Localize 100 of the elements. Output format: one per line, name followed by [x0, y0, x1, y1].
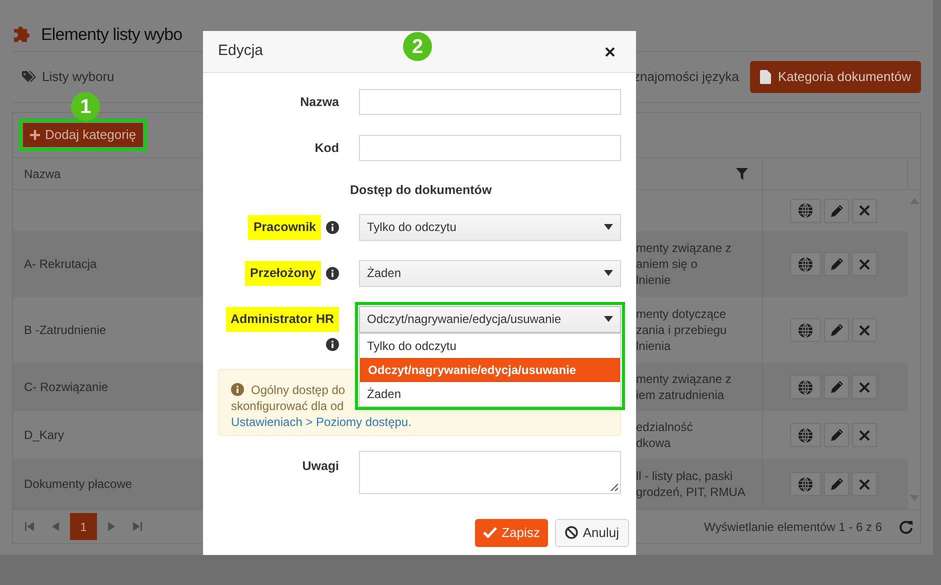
- table-cell-text: Dokumenty płacowe: [24, 476, 132, 493]
- table-cell-text: aniem się o: [636, 256, 698, 272]
- dropdown-option[interactable]: Tylko do odczytu: [360, 334, 620, 358]
- save-button[interactable]: Zapisz: [474, 518, 548, 547]
- dialog-title: Edycja: [218, 41, 264, 62]
- info-icon: [231, 383, 244, 396]
- translate-button[interactable]: [790, 472, 821, 496]
- table-cell-text: grodzeń, PIT, RMUA: [636, 484, 746, 500]
- delete-icon: [859, 478, 870, 490]
- column-header[interactable]: Nazwa: [24, 164, 61, 182]
- dropdown-option[interactable]: Żaden: [360, 382, 620, 406]
- refresh-icon[interactable]: [899, 520, 913, 534]
- category-button[interactable]: Kategoria dokumentów: [750, 61, 921, 93]
- translate-button[interactable]: [790, 252, 821, 276]
- table-cell-text: menty związane z: [636, 240, 732, 256]
- delete-button[interactable]: [852, 252, 877, 276]
- globe-icon: [798, 380, 813, 394]
- plus-icon: [30, 130, 40, 140]
- filter-icon: [736, 168, 748, 180]
- delete-icon: [859, 258, 870, 270]
- delete-icon: [859, 324, 870, 336]
- delete-icon: [859, 205, 870, 216]
- table-cell-text: lnienie: [636, 272, 672, 288]
- info-icon: [326, 220, 339, 234]
- select-field[interactable]: Żaden: [359, 260, 621, 287]
- step-badge: 1: [71, 92, 100, 121]
- edit-button[interactable]: [824, 252, 849, 276]
- check-icon: [482, 527, 497, 538]
- translate-button[interactable]: [790, 318, 821, 342]
- table-cell-text: iem zatrudnienia: [636, 387, 726, 403]
- ban-icon: [564, 526, 578, 540]
- add-category-button[interactable]: Dodaj kategorię: [23, 123, 144, 147]
- table-cell-text: D_Kary: [24, 427, 64, 444]
- field-label: Kod: [314, 140, 339, 157]
- globe-icon: [798, 256, 813, 272]
- step-badge: 2: [403, 32, 432, 61]
- globe-icon: [798, 203, 813, 218]
- field-label: Przełożony: [245, 260, 321, 286]
- pencil-icon: [830, 428, 844, 442]
- pencil-icon: [830, 204, 844, 218]
- table-cell-text: menty dotyczące: [636, 306, 728, 322]
- page-title: Elementy listy wybo: [41, 26, 182, 43]
- alert-text: skonfigurować dla od: [231, 398, 344, 414]
- translate-button[interactable]: [790, 375, 821, 399]
- info-icon: [326, 338, 339, 351]
- edit-button[interactable]: [824, 423, 849, 447]
- cancel-button[interactable]: Anuluj: [554, 518, 629, 547]
- caret-icon: [604, 270, 613, 276]
- field-label: Administrator HR: [226, 306, 339, 332]
- close-icon[interactable]: [605, 46, 615, 56]
- alert-text: Ogólny dostęp do: [251, 382, 346, 398]
- globe-icon: [798, 428, 813, 442]
- field-label: Nazwa: [300, 94, 339, 111]
- delete-button[interactable]: [852, 375, 877, 399]
- table-cell-text: A- Rekrutacja: [24, 256, 97, 273]
- delete-icon: [859, 382, 870, 392]
- table-cell-text: menty związane z: [636, 371, 732, 387]
- translate-button[interactable]: [790, 198, 821, 222]
- breadcrumb-label[interactable]: Listy wyboru: [42, 67, 114, 87]
- globe-icon: [798, 476, 813, 492]
- table-cell-text: C- Rozwiązanie: [24, 379, 108, 396]
- section-heading: Dostęp do dokumentów: [350, 183, 492, 197]
- pencil-icon: [830, 477, 844, 491]
- select-field[interactable]: Odczyt/nagrywanie/edycja/usuwanie: [359, 306, 621, 333]
- edit-button[interactable]: [824, 198, 849, 222]
- table-cell-text: ll - listy płac, paski: [636, 468, 734, 484]
- info-icon: [326, 266, 339, 280]
- globe-icon: [798, 322, 813, 338]
- page-button[interactable]: 1: [70, 513, 97, 540]
- table-cell-text: edzialność: [636, 419, 694, 435]
- delete-button[interactable]: [852, 472, 877, 496]
- pencil-icon: [830, 380, 844, 394]
- pager-info: Wyświetlanie elementów 1 - 6 z 6: [704, 518, 882, 536]
- field-label: Uwagi: [302, 458, 339, 475]
- notes-field[interactable]: [359, 450, 621, 494]
- text-field[interactable]: [359, 135, 621, 161]
- text-field[interactable]: [359, 89, 621, 115]
- resize-grip-icon[interactable]: [610, 482, 618, 491]
- table-cell-text: B -Zatrudnienie: [24, 322, 106, 339]
- edit-button[interactable]: [824, 318, 849, 342]
- delete-button[interactable]: [852, 318, 877, 342]
- pencil-icon: [830, 323, 844, 337]
- delete-button[interactable]: [852, 423, 877, 447]
- file-icon: [760, 70, 772, 84]
- pencil-icon: [830, 257, 844, 271]
- select-field[interactable]: Tylko do odczytu: [359, 214, 621, 241]
- tab-label[interactable]: znajomości języka: [634, 67, 740, 87]
- field-label: Pracownik: [248, 214, 321, 240]
- edit-button[interactable]: [824, 472, 849, 496]
- edit-button[interactable]: [824, 375, 849, 399]
- delete-button[interactable]: [852, 198, 877, 222]
- dropdown-option[interactable]: Odczyt/nagrywanie/edycja/usuwanie: [360, 358, 620, 382]
- tags-icon: [22, 71, 36, 83]
- table-cell-text: lnienia: [636, 338, 672, 354]
- delete-icon: [859, 430, 870, 440]
- settings-link[interactable]: Ustawieniach > Poziomy dostępu.: [231, 414, 412, 430]
- caret-icon: [604, 316, 613, 322]
- table-cell-text: dkowa: [636, 435, 672, 451]
- table-cell-text: zania i przebiegu: [636, 322, 728, 338]
- translate-button[interactable]: [790, 423, 821, 447]
